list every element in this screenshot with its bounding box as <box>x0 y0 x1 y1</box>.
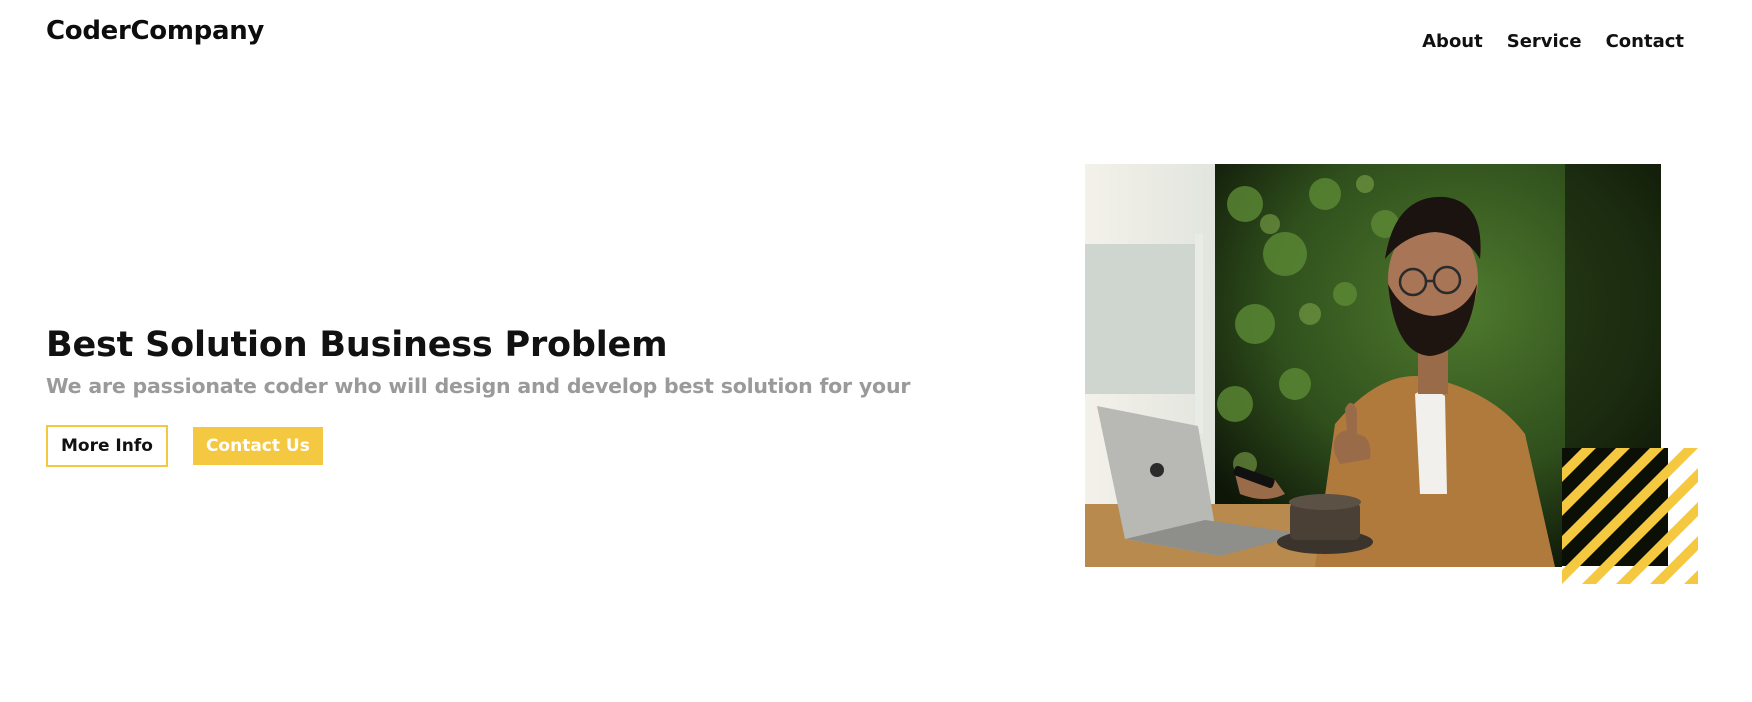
hero-subtitle: We are passionate coder who will design … <box>46 374 911 398</box>
site-header: CoderCompany About Service Contact <box>0 0 1752 80</box>
brand-logo[interactable]: CoderCompany <box>46 16 264 46</box>
decorative-stripes <box>1562 448 1698 584</box>
main-nav: About Service Contact <box>1422 31 1684 52</box>
yellow-stripes-graphic <box>1562 448 1698 584</box>
nav-link-contact[interactable]: Contact <box>1606 31 1684 52</box>
more-info-button[interactable]: More Info <box>46 425 168 467</box>
nav-link-service[interactable]: Service <box>1507 31 1582 52</box>
nav-link-about[interactable]: About <box>1422 31 1483 52</box>
hero-buttons: More Info Contact Us <box>46 425 323 467</box>
hero-text: Best Solution Business Problem We are pa… <box>46 322 986 400</box>
hero-title: Best Solution Business Problem <box>46 325 668 365</box>
contact-us-button[interactable]: Contact Us <box>192 427 323 465</box>
